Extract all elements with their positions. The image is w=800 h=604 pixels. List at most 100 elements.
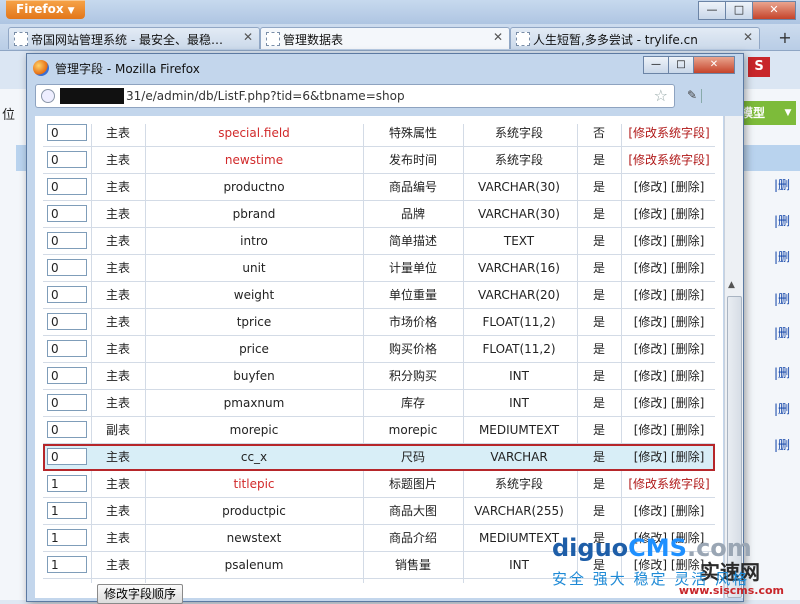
popup-titlebar: 管理字段 - Mozilla Firefox <box>33 58 200 78</box>
order-input[interactable]: 0 <box>47 448 87 465</box>
chevron-down-icon[interactable]: ▼ <box>780 101 796 125</box>
url-text: 31/e/admin/db/ListF.php?tid=6&tbname=sho… <box>126 89 405 103</box>
close-icon[interactable]: ✕ <box>743 30 753 44</box>
edit-delete-links[interactable]: [修改] [删除] <box>623 336 715 362</box>
field-label-cell: 计量单位 <box>388 261 437 275</box>
order-input[interactable]: 0 <box>47 151 87 168</box>
nullable-cell: 是 <box>592 369 605 383</box>
edit-delete-links[interactable]: [修改] [删除] <box>623 363 715 389</box>
field-type-cell: FLOAT(11,2) <box>482 342 556 356</box>
manage-fields-popup: 管理字段 - Mozilla Firefox — □ ✕ 31/e/admin/… <box>26 53 744 604</box>
scroll-up-icon[interactable]: ▲ <box>728 280 735 290</box>
popup-address-bar[interactable]: 31/e/admin/db/ListF.php?tid=6&tbname=sho… <box>35 84 675 108</box>
edit-delete-links[interactable]: [修改] [删除] <box>623 390 715 416</box>
order-input[interactable]: 0 <box>47 313 87 330</box>
close-icon[interactable]: ✕ <box>243 30 253 44</box>
addon-s-icon[interactable]: S <box>748 57 770 77</box>
redacted-host <box>60 88 124 104</box>
table-row: 0 副表 morepic morepic MEDIUMTEXT 是 [修改] [删除] <box>43 417 715 444</box>
minimize-icon[interactable]: — <box>698 1 726 20</box>
edit-delete-links[interactable]: [修改] [删除] <box>623 309 715 335</box>
edit-system-field-link[interactable]: [修改系统字段] <box>623 120 715 146</box>
field-label-cell: 特殊属性 <box>388 126 437 140</box>
field-type-cell: VARCHAR(20) <box>478 288 560 302</box>
order-cell: 0 <box>47 255 89 281</box>
tab-diguo-admin[interactable]: 帝国网站管理系统 - 最安全、最稳… ✕ <box>8 27 260 49</box>
field-type-cell: FLOAT(11,2) <box>482 315 556 329</box>
edit-delete-links[interactable]: [修改] [删除] <box>623 498 715 524</box>
field-type-cell: MEDIUMTEXT <box>478 423 560 437</box>
maximize-icon[interactable]: □ <box>668 56 694 74</box>
table-type-cell: 主表 <box>105 450 130 464</box>
field-label-cell: 尺码 <box>400 450 425 464</box>
field-label-cell: 标题图片 <box>388 477 437 491</box>
modify-field-order-button[interactable]: 修改字段顺序 <box>97 584 184 604</box>
order-input[interactable]: 0 <box>47 340 87 357</box>
chevron-down-icon: ▼ <box>67 6 75 16</box>
maximize-icon[interactable]: □ <box>725 1 753 20</box>
table-row: 0 主表 unit 计量单位 VARCHAR(16) 是 [修改] [删除] <box>43 255 715 282</box>
nullable-cell: 是 <box>592 450 605 464</box>
tab-trylife[interactable]: 人生短暂,多多尝试 - trylife.cn ✕ <box>510 27 760 49</box>
order-input[interactable]: 1 <box>47 475 87 492</box>
tools-icon[interactable]: ✎ <box>687 88 697 102</box>
edit-delete-links[interactable]: [修改] [删除] <box>623 201 715 227</box>
edit-system-field-link[interactable]: [修改系统字段] <box>623 147 715 173</box>
field-name-cell: price <box>239 342 269 356</box>
order-input[interactable]: 0 <box>47 394 87 411</box>
nullable-cell: 否 <box>592 126 605 140</box>
field-label-cell: 简单描述 <box>388 234 437 248</box>
nullable-cell: 是 <box>592 234 605 248</box>
table-row: 0 主表 pmaxnum 库存 INT 是 [修改] [删除] <box>43 390 715 417</box>
edit-delete-links[interactable]: [修改] [删除] <box>623 417 715 443</box>
nullable-cell: 是 <box>592 180 605 194</box>
order-cell: 0 <box>47 336 89 362</box>
close-icon[interactable]: ✕ <box>493 30 503 44</box>
field-type-cell: VARCHAR <box>490 450 548 464</box>
column-divider <box>577 124 578 583</box>
order-cell: 0 <box>47 174 89 200</box>
new-tab-button[interactable]: + <box>774 28 796 48</box>
order-input[interactable]: 0 <box>47 421 87 438</box>
nullable-cell: 是 <box>592 423 605 437</box>
field-name-cell: newstime <box>224 153 284 167</box>
edit-delete-links[interactable]: [修改] [删除] <box>623 228 715 254</box>
table-type-cell: 主表 <box>105 126 130 140</box>
field-name-cell: special.field <box>218 126 290 140</box>
field-type-cell: 系统字段 <box>494 153 543 167</box>
minimize-icon[interactable]: — <box>643 56 669 74</box>
order-input[interactable]: 0 <box>47 367 87 384</box>
table-type-cell: 主表 <box>105 288 130 302</box>
close-icon[interactable]: ✕ <box>752 1 796 20</box>
close-icon[interactable]: ✕ <box>693 56 735 74</box>
tab-manage-tables[interactable]: 管理数据表 ✕ <box>260 27 510 49</box>
edit-system-field-link[interactable]: [修改系统字段] <box>623 471 715 497</box>
order-input[interactable]: 0 <box>47 232 87 249</box>
bookmark-star-icon[interactable]: ☆ <box>654 86 668 105</box>
order-cell: 0 <box>47 444 89 470</box>
table-row: 0 主表 cc_x 尺码 VARCHAR 是 [修改] [删除] <box>43 444 715 471</box>
vertical-scrollbar[interactable]: ▲ <box>724 116 743 598</box>
edit-delete-links[interactable]: [修改] [删除] <box>623 174 715 200</box>
order-input[interactable]: 0 <box>47 259 87 276</box>
order-cell: 1 <box>47 552 89 578</box>
popup-title: 管理字段 - Mozilla Firefox <box>55 61 200 76</box>
table-type-cell: 主表 <box>105 342 130 356</box>
firefox-menu-button[interactable]: Firefox ▼ <box>6 0 85 19</box>
separator <box>701 88 703 103</box>
order-input[interactable]: 1 <box>47 556 87 573</box>
field-name-cell: intro <box>240 234 268 248</box>
edit-delete-links[interactable]: [修改] [删除] <box>623 444 715 470</box>
order-input[interactable]: 0 <box>47 124 87 141</box>
order-input[interactable]: 0 <box>47 178 87 195</box>
page-icon <box>266 32 280 46</box>
field-type-cell: 系统字段 <box>494 126 543 140</box>
order-input[interactable]: 0 <box>47 205 87 222</box>
field-type-cell: INT <box>509 369 529 383</box>
order-input[interactable]: 0 <box>47 286 87 303</box>
edit-delete-links[interactable]: [修改] [删除] <box>623 282 715 308</box>
order-input[interactable]: 1 <box>47 529 87 546</box>
order-input[interactable]: 1 <box>47 502 87 519</box>
edit-delete-links[interactable]: [修改] [删除] <box>623 255 715 281</box>
tab-bar: 帝国网站管理系统 - 最安全、最稳… ✕ 管理数据表 ✕ 人生短暂,多多尝试 -… <box>0 24 800 51</box>
